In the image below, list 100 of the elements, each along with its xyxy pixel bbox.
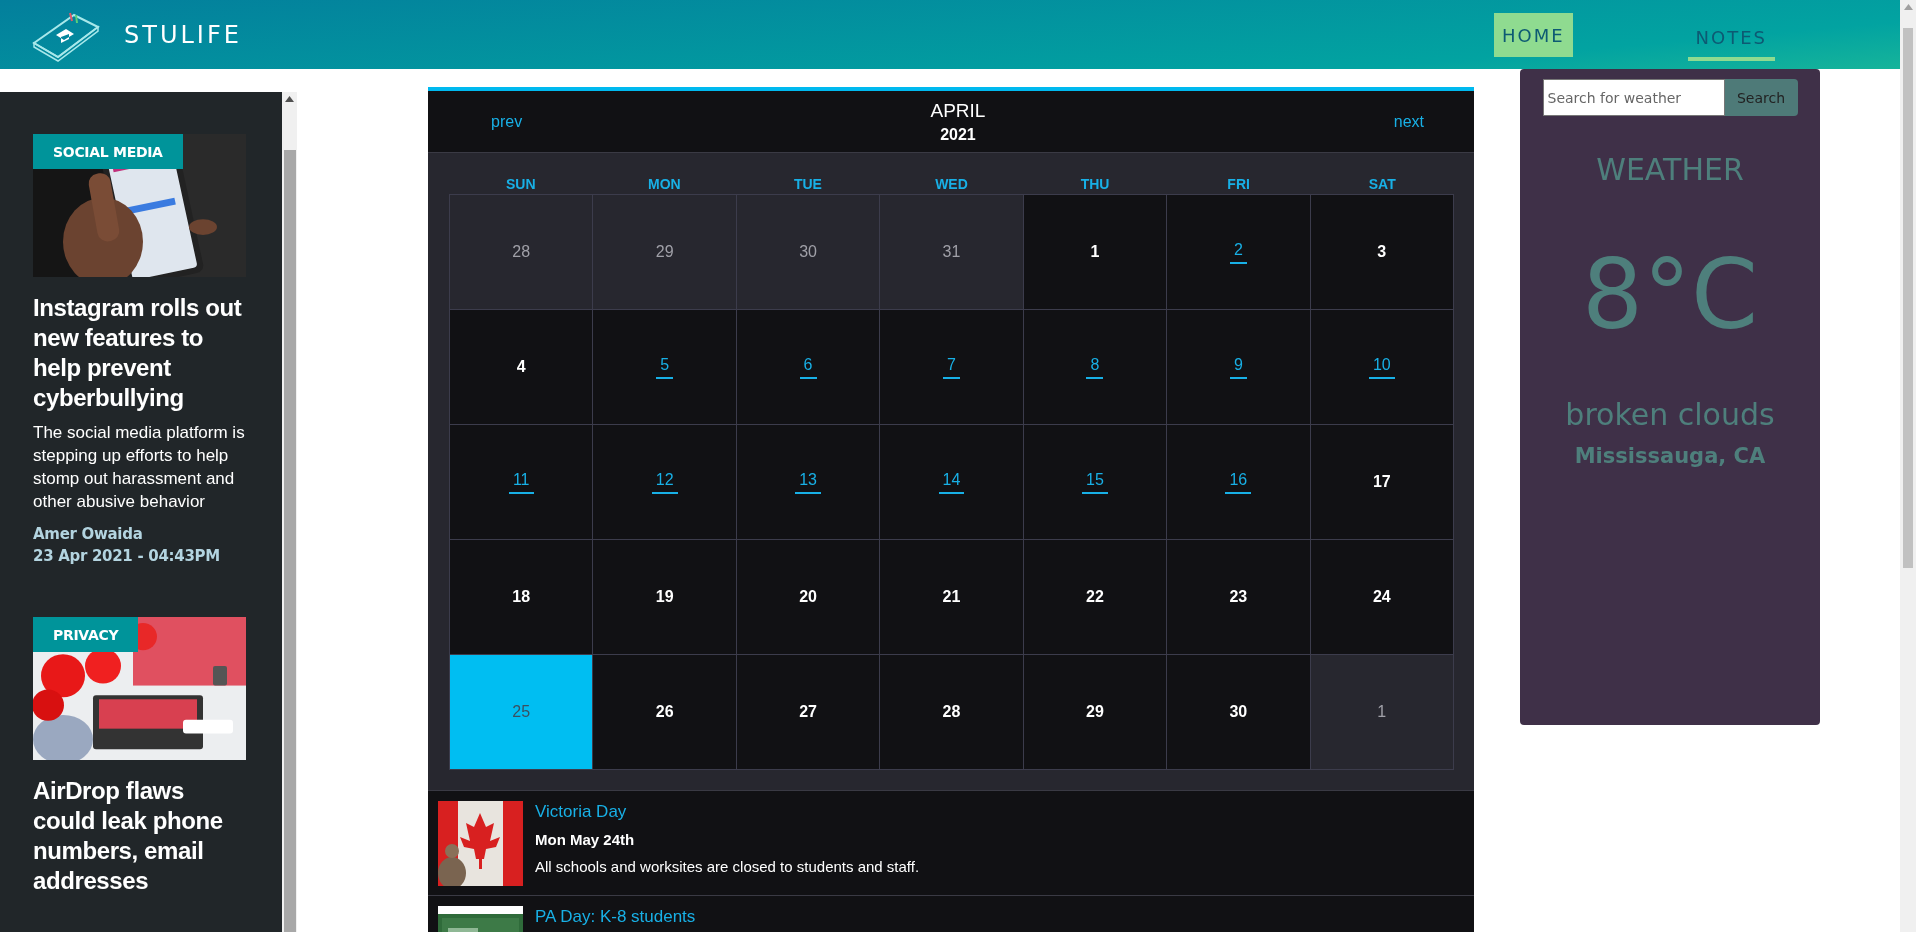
weather-condition: broken clouds — [1565, 397, 1775, 432]
day-number: 23 — [1229, 588, 1248, 606]
scrollbar[interactable] — [282, 92, 297, 932]
article-author: Amer Owaida — [33, 524, 144, 545]
day-number: 18 — [512, 588, 531, 606]
scrollbar[interactable] — [1900, 0, 1916, 932]
day-number: 30 — [799, 243, 817, 261]
day-cell[interactable]: 13 — [736, 425, 881, 540]
brand-name: STULIFE — [124, 20, 242, 49]
day-number: 24 — [1372, 588, 1391, 606]
day-number: 31 — [942, 243, 961, 261]
event-day-link[interactable]: 9 — [1229, 355, 1247, 379]
day-cell[interactable]: 6 — [736, 310, 881, 425]
article-summary: The social media platform is stepping up efforts to help stomp out harassment and other abusive behavior — [33, 422, 246, 513]
day-number: 19 — [655, 588, 674, 606]
prev-link[interactable]: prev — [491, 112, 523, 131]
day-number: 30 — [1229, 703, 1248, 721]
day-cell[interactable]: 22 — [1023, 540, 1168, 655]
day-number: 27 — [799, 703, 817, 721]
day-cell[interactable]: 1 — [1023, 195, 1168, 310]
event-day-link[interactable]: 7 — [943, 355, 960, 379]
day-cell[interactable]: 18 — [450, 540, 594, 655]
day-number: 25 — [512, 703, 531, 721]
event-day-link[interactable]: 10 — [1368, 355, 1395, 379]
day-number: 26 — [655, 703, 674, 721]
event-description: All schools and worksites are closed to students and staff. — [535, 858, 920, 875]
day-cell[interactable]: 30 — [736, 195, 881, 310]
day-number: 20 — [799, 588, 817, 606]
weekday-label: THU — [1079, 176, 1111, 192]
event-date: Mon May 24th — [535, 831, 636, 848]
weekday-label: FRI — [1226, 176, 1251, 192]
weekday-label: MON — [647, 176, 682, 192]
event-day-link[interactable]: 16 — [1225, 470, 1252, 494]
article-title[interactable]: AirDrop flaws could leak phone numbers, email addresses — [33, 776, 252, 896]
article-date: 23 Apr 2021 - 04:43PM — [33, 546, 221, 567]
day-number: 1 — [1377, 703, 1387, 721]
next-link[interactable]: next — [1393, 112, 1424, 131]
event-day-link[interactable]: 15 — [1082, 470, 1108, 494]
year: 2021 — [940, 125, 976, 144]
event-title[interactable]: PA Day: K-8 students — [535, 907, 696, 927]
event-day-link[interactable]: 8 — [1086, 355, 1104, 379]
weekday-label: WED — [934, 176, 969, 192]
day-cell[interactable]: 23 — [1167, 540, 1311, 655]
day-number: 29 — [1086, 703, 1104, 721]
day-cell[interactable]: 5 — [593, 310, 737, 425]
day-cell[interactable]: 16 — [1167, 425, 1311, 540]
day-cell[interactable]: 30 — [1167, 655, 1311, 770]
day-cell[interactable]: 9 — [1167, 310, 1311, 425]
event-day-link[interactable]: 14 — [938, 470, 965, 494]
event-day-link[interactable]: 6 — [799, 355, 817, 379]
category-tag: SOCIAL MEDIA — [33, 134, 183, 169]
location: Mississauga, CA — [1574, 444, 1766, 468]
day-cell[interactable]: 7 — [880, 310, 1024, 425]
day-cell[interactable]: 25 — [450, 655, 594, 770]
category-tag: PRIVACY — [33, 617, 139, 652]
day-cell[interactable]: 21 — [880, 540, 1024, 655]
day-cell[interactable]: 15 — [1023, 425, 1168, 540]
event-day-link[interactable]: 12 — [651, 470, 678, 494]
day-cell[interactable]: 29 — [593, 195, 737, 310]
day-cell[interactable]: 11 — [450, 425, 594, 540]
day-cell[interactable]: 3 — [1310, 195, 1454, 310]
event-day-link[interactable]: 2 — [1229, 240, 1247, 264]
day-cell[interactable]: 14 — [880, 425, 1024, 540]
event-day-link[interactable]: 11 — [508, 470, 534, 494]
nav-link[interactable]: HOME — [1493, 12, 1573, 57]
search-field[interactable]: Search for weather — [1542, 79, 1725, 116]
day-cell[interactable]: 12 — [593, 425, 737, 540]
day-cell[interactable]: 28 — [450, 195, 594, 310]
day-cell[interactable]: 4 — [450, 310, 594, 425]
weekday-label: SUN — [505, 176, 537, 192]
day-cell[interactable]: 19 — [593, 540, 737, 655]
event-day-link[interactable]: 5 — [656, 355, 674, 379]
day-cell[interactable]: 20 — [736, 540, 881, 655]
day-number: 21 — [942, 588, 961, 606]
weekday-label: TUE — [792, 176, 823, 192]
day-number: 28 — [942, 703, 961, 721]
day-number: 1 — [1090, 243, 1100, 261]
day-cell[interactable]: 8 — [1023, 310, 1168, 425]
day-number: 3 — [1377, 243, 1387, 261]
temperature: 8°C — [1581, 239, 1759, 351]
day-cell[interactable]: 29 — [1023, 655, 1168, 770]
day-cell[interactable]: 24 — [1310, 540, 1454, 655]
day-cell[interactable]: 26 — [593, 655, 737, 770]
day-cell[interactable]: 1 — [1310, 655, 1454, 770]
weather-heading: WEATHER — [1596, 152, 1744, 187]
day-cell[interactable]: 10 — [1310, 310, 1454, 425]
day-number: 28 — [512, 243, 531, 261]
day-number: 22 — [1086, 588, 1104, 606]
day-number: 17 — [1372, 473, 1391, 491]
event-title[interactable]: Victoria Day — [535, 802, 920, 822]
day-cell[interactable]: 2 — [1167, 195, 1311, 310]
day-cell[interactable]: 27 — [736, 655, 881, 770]
day-cell[interactable]: 31 — [880, 195, 1024, 310]
day-cell[interactable]: 17 — [1310, 425, 1454, 540]
scroll-up-icon[interactable] — [285, 96, 294, 102]
month-name: APRIL — [930, 99, 986, 122]
day-cell[interactable]: 28 — [880, 655, 1024, 770]
article-title[interactable]: Instagram rolls out new features to help prevent cyberbullying — [33, 293, 252, 413]
event-day-link[interactable]: 13 — [795, 470, 821, 494]
day-number: 4 — [516, 358, 526, 376]
